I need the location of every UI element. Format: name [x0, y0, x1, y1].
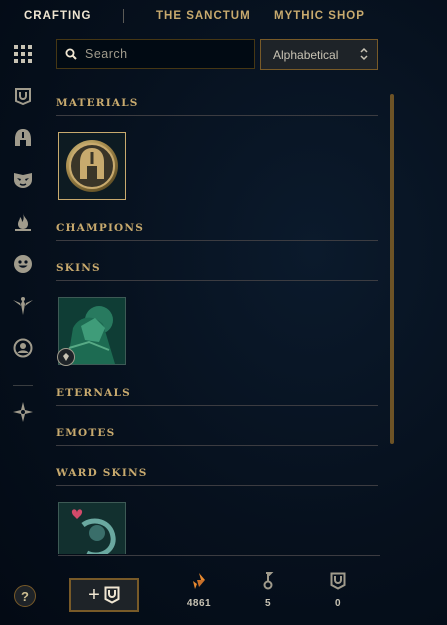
flame-icon[interactable] — [11, 210, 35, 234]
add-chest-button[interactable]: + — [69, 578, 139, 612]
tab-mythic-shop[interactable]: MYTHIC SHOP — [274, 10, 365, 22]
section-divider — [56, 280, 378, 281]
chest-icon — [330, 572, 346, 590]
section-title-eternals: ETERNALS — [56, 387, 131, 399]
top-navigation: CRAFTING THE SANCTUM MYTHIC SHOP — [0, 0, 447, 36]
grid-icon[interactable] — [11, 42, 35, 66]
loot-list: MATERIALS CHAMPIONS SKINS ETERNALS EMOTE… — [56, 84, 378, 554]
section-divider — [56, 405, 378, 406]
up-down-chevron-icon — [360, 47, 368, 61]
emote-face-icon[interactable] — [11, 252, 35, 276]
add-label: + — [88, 583, 100, 606]
section-title-skins: SKINS — [56, 262, 101, 274]
rarity-icon — [63, 353, 69, 361]
mastery-token-icon — [66, 140, 118, 192]
section-divider — [56, 115, 378, 116]
sort-dropdown[interactable]: Alphabetical — [260, 39, 378, 70]
scrollbar[interactable] — [390, 94, 394, 444]
chest-icon[interactable] — [11, 84, 35, 108]
tab-the-sanctum[interactable]: THE SANCTUM — [156, 10, 251, 22]
material-item[interactable] — [58, 132, 126, 200]
section-divider — [56, 485, 378, 486]
skin-item[interactable] — [57, 297, 126, 366]
section-divider — [56, 445, 378, 446]
mythic-essence-icon[interactable] — [11, 400, 35, 424]
sort-selected-value: Alphabetical — [273, 47, 339, 62]
skin-rarity-badge — [57, 348, 75, 366]
tab-crafting[interactable]: CRAFTING — [24, 10, 91, 22]
section-title-champions: CHAMPIONS — [56, 222, 144, 234]
orange-essence-amount: 4861 — [186, 598, 212, 609]
profile-icon[interactable] — [11, 336, 35, 360]
search-input[interactable] — [83, 46, 247, 62]
key-icon — [263, 572, 274, 590]
ward-skin-item[interactable] — [58, 502, 126, 554]
orange-essence-counter: 4861 — [179, 572, 219, 609]
key-counter: 5 — [248, 572, 288, 609]
footer-divider — [58, 555, 380, 556]
helmet-icon[interactable] — [11, 126, 35, 150]
section-title-materials: MATERIALS — [56, 97, 139, 109]
search-icon — [65, 48, 77, 60]
search-box[interactable] — [56, 39, 255, 69]
mask-icon[interactable] — [11, 168, 35, 192]
section-title-emotes: EMOTES — [56, 427, 116, 439]
chest-amount: 0 — [334, 598, 342, 609]
chest-counter: 0 — [318, 572, 358, 609]
sidebar-divider — [13, 385, 33, 386]
ward-skin-image — [59, 503, 125, 554]
key-amount: 5 — [264, 598, 272, 609]
orange-essence-icon — [193, 573, 205, 589]
section-divider — [56, 240, 378, 241]
nav-separator — [123, 9, 124, 23]
section-title-ward-skins: WARD SKINS — [56, 467, 148, 479]
help-button[interactable]: ? — [14, 585, 36, 607]
chest-icon — [104, 586, 120, 604]
ward-icon[interactable] — [11, 294, 35, 318]
